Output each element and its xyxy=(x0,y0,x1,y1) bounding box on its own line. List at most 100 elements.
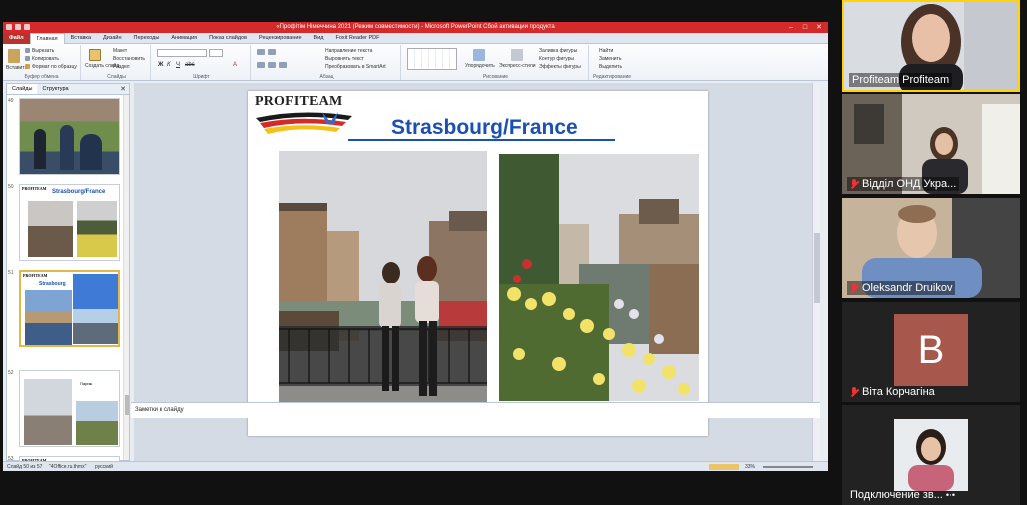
tab-design[interactable]: Дизайн xyxy=(97,33,128,44)
current-slide[interactable]: PROFITEAM Strasbourg/France xyxy=(248,91,708,436)
tab-transitions[interactable]: Переходы xyxy=(128,33,166,44)
tab-animation[interactable]: Анимация xyxy=(165,33,203,44)
thumb-photo xyxy=(24,379,72,445)
tab-file[interactable]: Файл xyxy=(3,32,30,44)
smartart-button[interactable]: Преобразовать в SmartArt xyxy=(325,64,386,70)
align-right-icon[interactable] xyxy=(279,62,287,68)
tab-foxit[interactable]: Foxit Reader PDF xyxy=(329,33,385,44)
tab-review[interactable]: Рецензирование xyxy=(253,33,307,44)
replace-button[interactable]: Заменить xyxy=(599,56,621,62)
participant-name: Віта Корчагіна xyxy=(847,385,938,399)
group-label-font: Шрифт xyxy=(193,74,210,80)
participant-tile-active[interactable]: Profiteam Profiteam xyxy=(842,0,1020,92)
slide-thumb-49[interactable] xyxy=(19,98,120,175)
slide-thumb-50[interactable]: PROFITEAM Strasbourg/France xyxy=(19,184,120,261)
group-label-editing: Редактирование xyxy=(592,74,632,80)
underline-icon[interactable]: Ч xyxy=(176,62,180,68)
participant-tile[interactable]: В Віта Корчагіна xyxy=(842,302,1020,402)
bullets-icon[interactable] xyxy=(257,49,265,55)
tab-home[interactable]: Главная xyxy=(29,32,65,44)
participant-tile[interactable]: Відділ ОНД Укра... xyxy=(842,94,1020,194)
shape-effects-button[interactable]: Эффекты фигуры xyxy=(539,64,581,70)
photo-girls-on-bridge xyxy=(279,151,487,411)
window-controls: – □ ✕ xyxy=(784,22,826,33)
thumb-photo xyxy=(25,290,72,345)
group-label-drawing: Рисование xyxy=(482,74,509,80)
arrange-button[interactable]: Упорядочить xyxy=(465,63,495,69)
status-bar: Слайд 50 из 57 "4Office.ru.thmx" русский… xyxy=(3,461,828,471)
close-icon[interactable]: ✕ xyxy=(120,84,126,95)
format-painter-button[interactable]: Формат по образцу xyxy=(32,64,77,70)
zoom-level[interactable]: 33% xyxy=(745,462,755,471)
more-options-icon[interactable]: •‧• xyxy=(946,490,955,501)
slide-counter: Слайд 50 из 57 xyxy=(7,464,43,470)
bold-icon[interactable]: Ж xyxy=(158,62,163,68)
participant-name: Oleksandr Druikov xyxy=(847,281,956,295)
font-size-select[interactable] xyxy=(209,49,223,57)
paste-icon[interactable] xyxy=(8,49,20,63)
tab-insert[interactable]: Вставка xyxy=(65,33,97,44)
slide-thumb-52[interactable]: Париж xyxy=(19,370,120,447)
language[interactable]: русский xyxy=(95,462,113,471)
view-buttons[interactable] xyxy=(709,464,739,470)
font-name-select[interactable] xyxy=(157,49,207,57)
tab-view[interactable]: Вид xyxy=(308,33,330,44)
ribbon-tabs: Файл Главная Вставка Дизайн Переходы Ани… xyxy=(3,32,828,44)
close-icon[interactable]: ✕ xyxy=(812,22,826,33)
tab-slideshow[interactable]: Показ слайдов xyxy=(203,33,253,44)
group-label-paragraph: Абзац xyxy=(319,74,334,80)
text-direction-button[interactable]: Направление текста xyxy=(325,48,372,54)
new-slide-icon[interactable] xyxy=(89,49,101,61)
arrange-icon[interactable] xyxy=(473,49,485,61)
slide-number: 49 xyxy=(8,98,14,104)
select-button[interactable]: Выделить xyxy=(599,64,622,70)
quick-styles-icon[interactable] xyxy=(511,49,523,61)
maximize-icon[interactable]: □ xyxy=(798,22,812,33)
group-editing: Найти Заменить Выделить Редактирование xyxy=(591,45,633,80)
thumb-brand: PROFITEAM xyxy=(23,273,48,278)
shape-fill-button[interactable]: Заливка фигуры xyxy=(539,48,577,54)
notes-pane[interactable]: Заметки к слайду xyxy=(131,402,820,418)
thumb-photo xyxy=(28,201,73,257)
slides-panel-scrollbar[interactable] xyxy=(123,95,129,460)
mic-muted-icon xyxy=(850,282,859,294)
slide-brand: PROFITEAM xyxy=(255,94,343,109)
numbering-icon[interactable] xyxy=(268,49,276,55)
cut-button[interactable]: Вырезать xyxy=(32,48,54,54)
group-font: Ж К Ч abc A Шрифт xyxy=(153,45,251,80)
align-center-icon[interactable] xyxy=(268,62,276,68)
font-color-icon[interactable]: A xyxy=(233,62,237,68)
minimize-icon[interactable]: – xyxy=(784,22,798,33)
shape-outline-button[interactable]: Контур фигуры xyxy=(539,56,574,62)
slide-heading: Strasbourg/France xyxy=(391,116,578,139)
layout-button[interactable]: Макет xyxy=(113,48,127,54)
thumb-title: Strasbourg/France xyxy=(52,189,106,195)
participant-tile[interactable]: Подключение зв... •‧• xyxy=(842,405,1020,505)
tab-outline[interactable]: Структура xyxy=(37,84,73,94)
thumb-photo xyxy=(77,201,117,257)
align-left-icon[interactable] xyxy=(257,62,265,68)
strikethrough-icon[interactable]: abc xyxy=(185,62,195,68)
participant-name: Відділ ОНД Укра... xyxy=(847,177,960,191)
shapes-gallery[interactable] xyxy=(407,48,457,70)
mic-muted-icon xyxy=(850,178,859,190)
cut-icon[interactable] xyxy=(25,48,30,53)
copy-icon[interactable] xyxy=(25,56,30,61)
reset-button[interactable]: Восстановить xyxy=(113,56,145,62)
participant-tile[interactable]: Oleksandr Druikov xyxy=(842,198,1020,298)
find-button[interactable]: Найти xyxy=(599,48,613,54)
slide-thumb-51[interactable]: PROFITEAM Strasbourg xyxy=(19,270,120,347)
ribbon: Вставить Вырезать Копировать Формат по о… xyxy=(3,44,828,81)
window-title: «Профітім Німеччина 2021 (Режим совмести… xyxy=(276,24,555,30)
align-text-button[interactable]: Выровнять текст xyxy=(325,56,364,62)
copy-button[interactable]: Копировать xyxy=(32,56,59,62)
format-painter-icon[interactable] xyxy=(25,64,30,69)
tab-slides[interactable]: Слайды xyxy=(7,84,38,94)
italic-icon[interactable]: К xyxy=(167,62,171,68)
section-button[interactable]: Раздел xyxy=(113,64,130,70)
zoom-slider[interactable] xyxy=(763,466,813,468)
quick-styles-button[interactable]: Экспресс-стили xyxy=(499,63,536,69)
notes-placeholder: Заметки к слайду xyxy=(135,407,184,413)
thumb-title: Strasbourg xyxy=(39,281,66,287)
photo-canal-flowers xyxy=(499,154,699,401)
